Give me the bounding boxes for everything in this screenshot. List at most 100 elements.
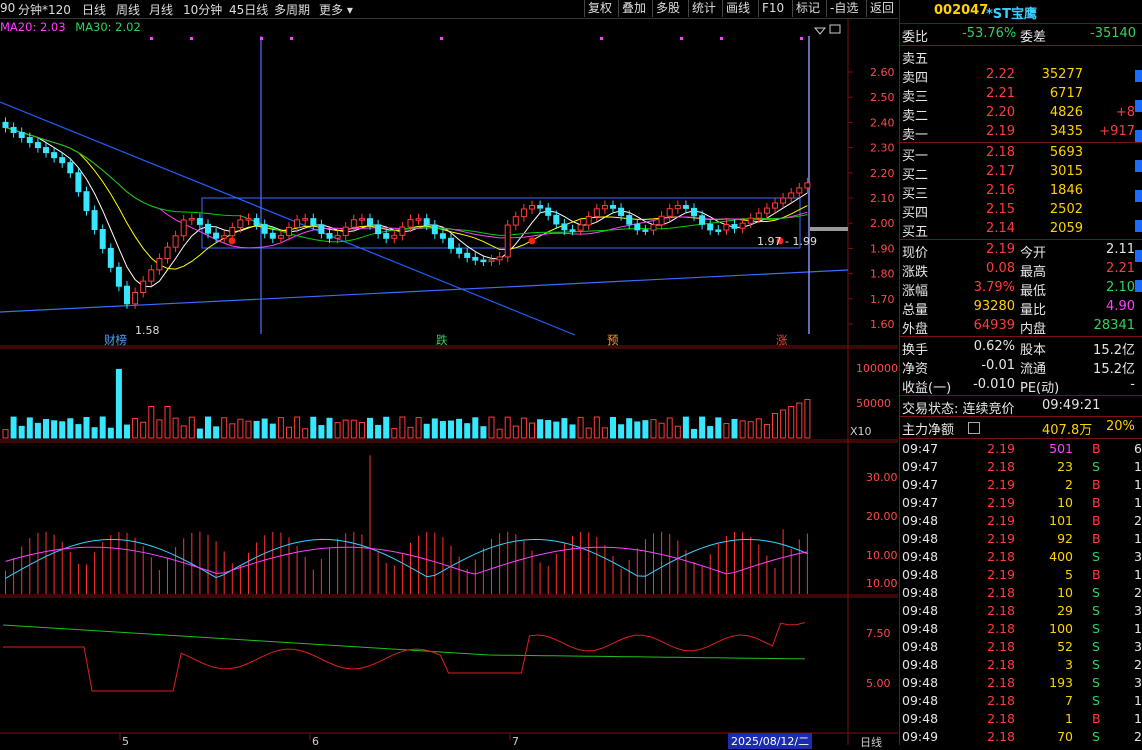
- tick-count: 2: [1134, 585, 1142, 600]
- tick-count: 1: [1134, 459, 1142, 474]
- volume-bar: [658, 422, 665, 439]
- tick-volume: 52: [1057, 639, 1073, 654]
- bid-label: 买二: [902, 168, 929, 183]
- period-monthly[interactable]: 月线: [149, 1, 173, 18]
- bid-volume: 2059: [1049, 221, 1083, 236]
- volume-bar: [763, 423, 770, 439]
- candle-body: [674, 205, 681, 210]
- collapse-triangle-icon: [813, 27, 827, 35]
- overlay-button[interactable]: 叠加: [618, 0, 649, 17]
- candle-body: [91, 210, 98, 231]
- quote-label: 涨跌: [902, 265, 929, 280]
- quote-label: 现价: [902, 246, 929, 261]
- candle-body: [739, 222, 746, 229]
- price-tick-label: 1.90: [870, 242, 895, 255]
- tick-volume: 70: [1057, 729, 1073, 744]
- multi-stock-button[interactable]: 多股: [652, 0, 683, 17]
- tick-side: B: [1092, 531, 1101, 546]
- volume-bar: [707, 426, 714, 439]
- quote-label: 外盘: [902, 322, 929, 337]
- tick-count: 1: [1134, 711, 1142, 726]
- candle-body: [391, 234, 398, 239]
- main-flow-row[interactable]: 主力净额 407.8万 20%: [900, 418, 1142, 438]
- period-45day[interactable]: 45日线: [229, 1, 268, 18]
- event-label-forecast[interactable]: 预: [607, 332, 619, 348]
- volume-bar: [310, 416, 317, 439]
- tick-count: 2: [1134, 657, 1142, 672]
- candle-body: [213, 232, 220, 239]
- quote-row: 现价 2.19 今开 2.11: [900, 241, 1142, 261]
- bid-price: 2.18: [986, 145, 1015, 160]
- side-icon-3: [1135, 130, 1142, 142]
- ind1-tick-label: 20.00: [866, 510, 898, 523]
- tick-row: 09:47 2.19 501 B 6: [900, 440, 1142, 458]
- bid-row: 买四 2.15 2502: [900, 201, 1142, 221]
- quote-value: 93280: [973, 299, 1015, 314]
- tick-time: 09:47: [902, 477, 939, 492]
- tick-side: S: [1092, 603, 1100, 618]
- indicator-panel-1: 30.00 20.00 10.00: [5, 455, 898, 594]
- ask-row: 卖三 2.21 6717: [900, 85, 1142, 105]
- tick-count: 2: [1134, 513, 1142, 528]
- fundamental-label: 净资: [902, 362, 929, 377]
- tick-row: 09:48 2.19 101 B 2: [900, 512, 1142, 530]
- event-label-fin[interactable]: 财榜: [104, 332, 127, 348]
- tick-price: 2.18: [987, 621, 1015, 636]
- f10-button[interactable]: F10: [758, 0, 787, 17]
- kline-chart-area[interactable]: 2.60 2.50 2.40 2.30 2.20 2.10 2.00 1.90 1.80 1.70…: [0, 18, 898, 745]
- volume-bar: [83, 416, 90, 439]
- period-label[interactable]: 日线: [860, 734, 882, 750]
- candle-body: [43, 147, 49, 154]
- candle-body: [804, 182, 811, 189]
- candle-body: [99, 229, 106, 249]
- fundamental-label: 换手: [902, 343, 929, 358]
- tick-volume: 7: [1065, 693, 1073, 708]
- event-label-down[interactable]: 跌: [436, 332, 448, 348]
- tick-volume: 501: [1049, 441, 1073, 456]
- tick-count: 3: [1134, 639, 1142, 654]
- tick-time: 09:47: [902, 495, 939, 510]
- multi-period-button[interactable]: 多周期: [274, 1, 310, 18]
- period-10min[interactable]: 10分钟: [183, 1, 222, 18]
- trade-status-label: 交易状态: 连续竞价: [902, 402, 1015, 417]
- period-daily[interactable]: 日线: [82, 1, 106, 18]
- tick-volume: 23: [1057, 459, 1073, 474]
- chart-grid: [0, 18, 898, 745]
- tick-volume: 10: [1057, 585, 1073, 600]
- event-label-up[interactable]: 涨: [776, 332, 788, 348]
- volume-bar: [731, 418, 738, 439]
- tick-time: 09:48: [902, 603, 939, 618]
- volume-bar: [610, 416, 616, 439]
- quote-value: 0.08: [986, 261, 1015, 276]
- panel-toggle-icon: [829, 24, 841, 34]
- watchlist-button[interactable]: -自选: [826, 0, 861, 17]
- volume-bar: [666, 417, 673, 439]
- volume-bar: [342, 419, 349, 439]
- candle-body: [277, 235, 284, 239]
- back-button[interactable]: 返回: [866, 0, 897, 17]
- draw-line-button[interactable]: 画线: [722, 0, 753, 17]
- mark-button[interactable]: 标记: [792, 0, 823, 17]
- side-toolbar-icons[interactable]: [1133, 40, 1142, 460]
- ind1-tick-label: 30.00: [866, 471, 898, 484]
- tick-volume: 10: [1057, 495, 1073, 510]
- volume-unit: X10: [850, 425, 872, 438]
- period-weekly[interactable]: 周线: [116, 1, 140, 18]
- candle-body: [763, 207, 770, 214]
- ask-volume: 3435: [1049, 124, 1083, 139]
- volume-bar: [59, 421, 66, 439]
- adjust-button[interactable]: 复权: [584, 0, 615, 17]
- candle-body: [796, 187, 803, 194]
- volume-bar: [439, 421, 446, 439]
- order-ratio-value: -53.76%: [962, 26, 1017, 41]
- volume-bar: [796, 402, 803, 439]
- tick-side: S: [1092, 585, 1100, 600]
- tick-row: 09:48 2.18 7 S 1: [900, 692, 1142, 710]
- candle-body: [480, 259, 487, 263]
- statistics-button[interactable]: 统计: [688, 0, 719, 17]
- period-90[interactable]: 90: [0, 1, 15, 15]
- period-minute-120[interactable]: 分钟*120: [18, 1, 71, 18]
- more-menu[interactable]: 更多 ▾: [319, 1, 353, 18]
- candle-body: [156, 257, 163, 271]
- main-flow-detail-icon[interactable]: [968, 422, 980, 434]
